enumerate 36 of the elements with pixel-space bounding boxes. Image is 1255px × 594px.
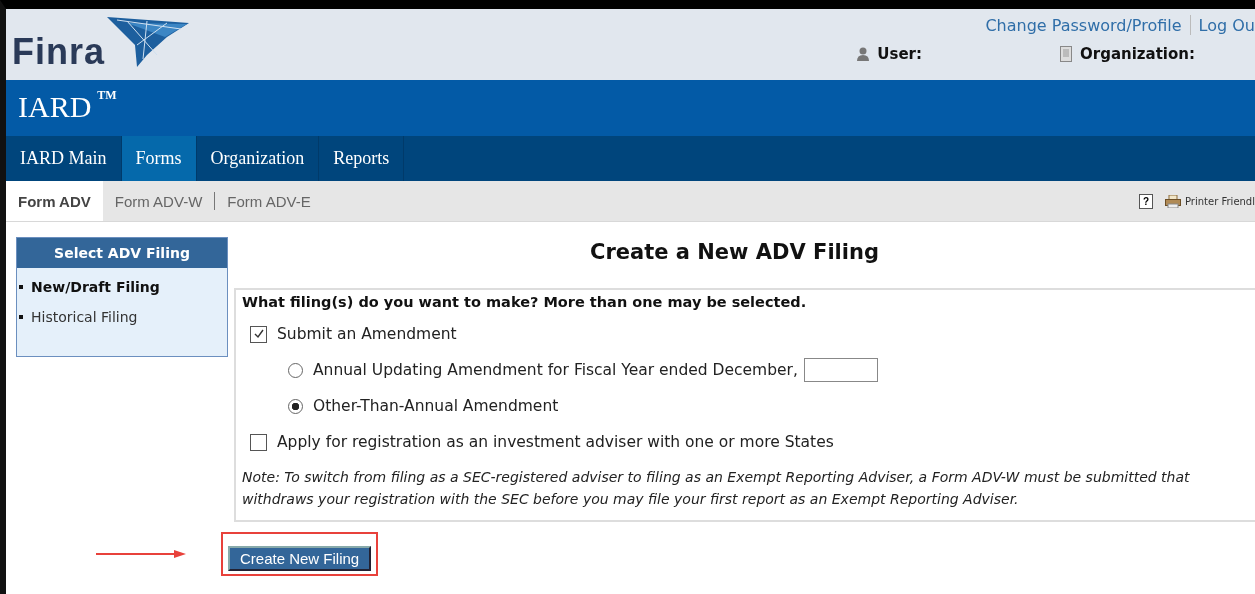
sub-tab[interactable]: Form ADV-W [102, 181, 215, 221]
note-text: Note: To switch from filing as a SEC-registered adviser to filing as an Exempt Reporting Adviser, a Form ADV-W must be submitted that withdraws your registration with the SEC before you may file your first report as an Exempt Reporting Adviser. [242, 468, 1191, 509]
option-label: Apply for registration as an investment adviser with one or more States [277, 433, 834, 451]
option-label: Other-Than-Annual Amendment [313, 397, 559, 415]
radio-button[interactable] [288, 398, 303, 414]
logo-sail-icon [107, 15, 189, 67]
trademark-mark: TM [97, 88, 117, 103]
header-link[interactable]: Log Ou [1198, 15, 1255, 35]
printer-icon [1165, 194, 1181, 208]
logo-wordmark: Finra [12, 34, 105, 70]
user-label: User: [877, 45, 922, 63]
question-text: What filing(s) do you want to make? More than one may be selected. [242, 294, 808, 310]
app-title: IARD [18, 90, 92, 124]
radio-button[interactable] [288, 362, 303, 378]
checkbox[interactable] [250, 325, 267, 343]
year-input-field[interactable] [803, 358, 878, 382]
bullet-icon [19, 285, 23, 289]
option-label: Annual Updating Amendment for Fiscal Year ended December, [313, 361, 798, 379]
user-icon [857, 47, 870, 61]
sidebar-item[interactable]: Historical Filing [31, 309, 138, 325]
page-title: Create a New ADV Filing [589, 240, 880, 266]
help-button[interactable]: ? [1138, 193, 1153, 209]
organization-label: Organization: [1080, 45, 1195, 63]
checkbox[interactable] [250, 433, 267, 451]
sub-tab[interactable]: Form ADV [6, 181, 103, 221]
sub-tab[interactable]: Form ADV-E [215, 181, 323, 221]
building-icon [1060, 46, 1072, 62]
create-filing-button[interactable]: Create New Filing [228, 546, 372, 571]
option-label: Submit an Amendment [277, 325, 457, 343]
checkmark-icon [252, 328, 265, 340]
sidebar-title: Select ADV Filing [17, 238, 227, 268]
bullet-icon [19, 315, 23, 319]
header-link[interactable]: Change Password/Profile [985, 15, 1182, 35]
sidebar-item[interactable]: New/Draft Filing [31, 279, 160, 295]
printer-friendly-link[interactable]: Printer Friendl [1185, 195, 1255, 207]
nav-tab[interactable]: Forms [121, 136, 197, 181]
